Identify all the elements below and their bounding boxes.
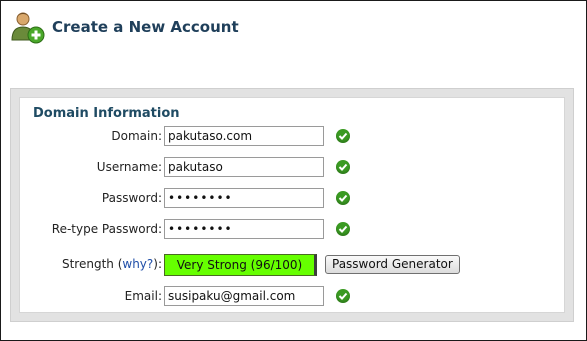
username-row: Username: pakutaso	[20, 157, 564, 179]
password-generator-button[interactable]: Password Generator	[325, 255, 460, 274]
domain-row: Domain: pakutaso.com	[20, 126, 564, 148]
username-valid-check-icon	[336, 160, 350, 174]
retype-password-label: Re-type Password:	[51, 222, 162, 236]
email-label: Email:	[124, 289, 162, 303]
password-strength-meter: Very Strong (96/100)	[164, 254, 317, 276]
email-input[interactable]: susipaku@gmail.com	[164, 286, 324, 306]
retype-password-row: Re-type Password: ••••••••	[20, 219, 564, 241]
why-link[interactable]: why?	[122, 257, 153, 271]
domain-input[interactable]: pakutaso.com	[164, 126, 324, 146]
username-input[interactable]: pakutaso	[164, 157, 324, 177]
password-valid-check-icon	[336, 191, 350, 205]
panel-inner: Domain Information Domain: pakutaso.com …	[19, 97, 565, 313]
email-valid-check-icon	[336, 289, 350, 303]
retype-valid-check-icon	[336, 222, 350, 236]
strength-label-suffix: ):	[153, 257, 162, 271]
strength-label-prefix: Strength (	[61, 257, 123, 271]
add-user-icon	[10, 10, 46, 46]
strength-row: Strength (why?): Very Strong (96/100) Pa…	[20, 254, 564, 276]
password-label: Password:	[101, 191, 162, 205]
username-label: Username:	[96, 160, 162, 174]
page-title: Create a New Account	[52, 18, 239, 36]
password-row: Password: ••••••••	[20, 188, 564, 210]
section-title: Domain Information	[33, 106, 180, 121]
retype-password-input[interactable]: ••••••••	[164, 219, 324, 239]
page-header: Create a New Account	[10, 10, 239, 46]
email-row: Email: susipaku@gmail.com	[20, 286, 564, 308]
strength-label: Strength (why?):	[62, 257, 162, 271]
password-input[interactable]: ••••••••	[164, 188, 324, 208]
domain-label: Domain:	[111, 129, 162, 143]
domain-information-panel: Domain Information Domain: pakutaso.com …	[10, 88, 574, 322]
domain-valid-check-icon	[336, 129, 350, 143]
